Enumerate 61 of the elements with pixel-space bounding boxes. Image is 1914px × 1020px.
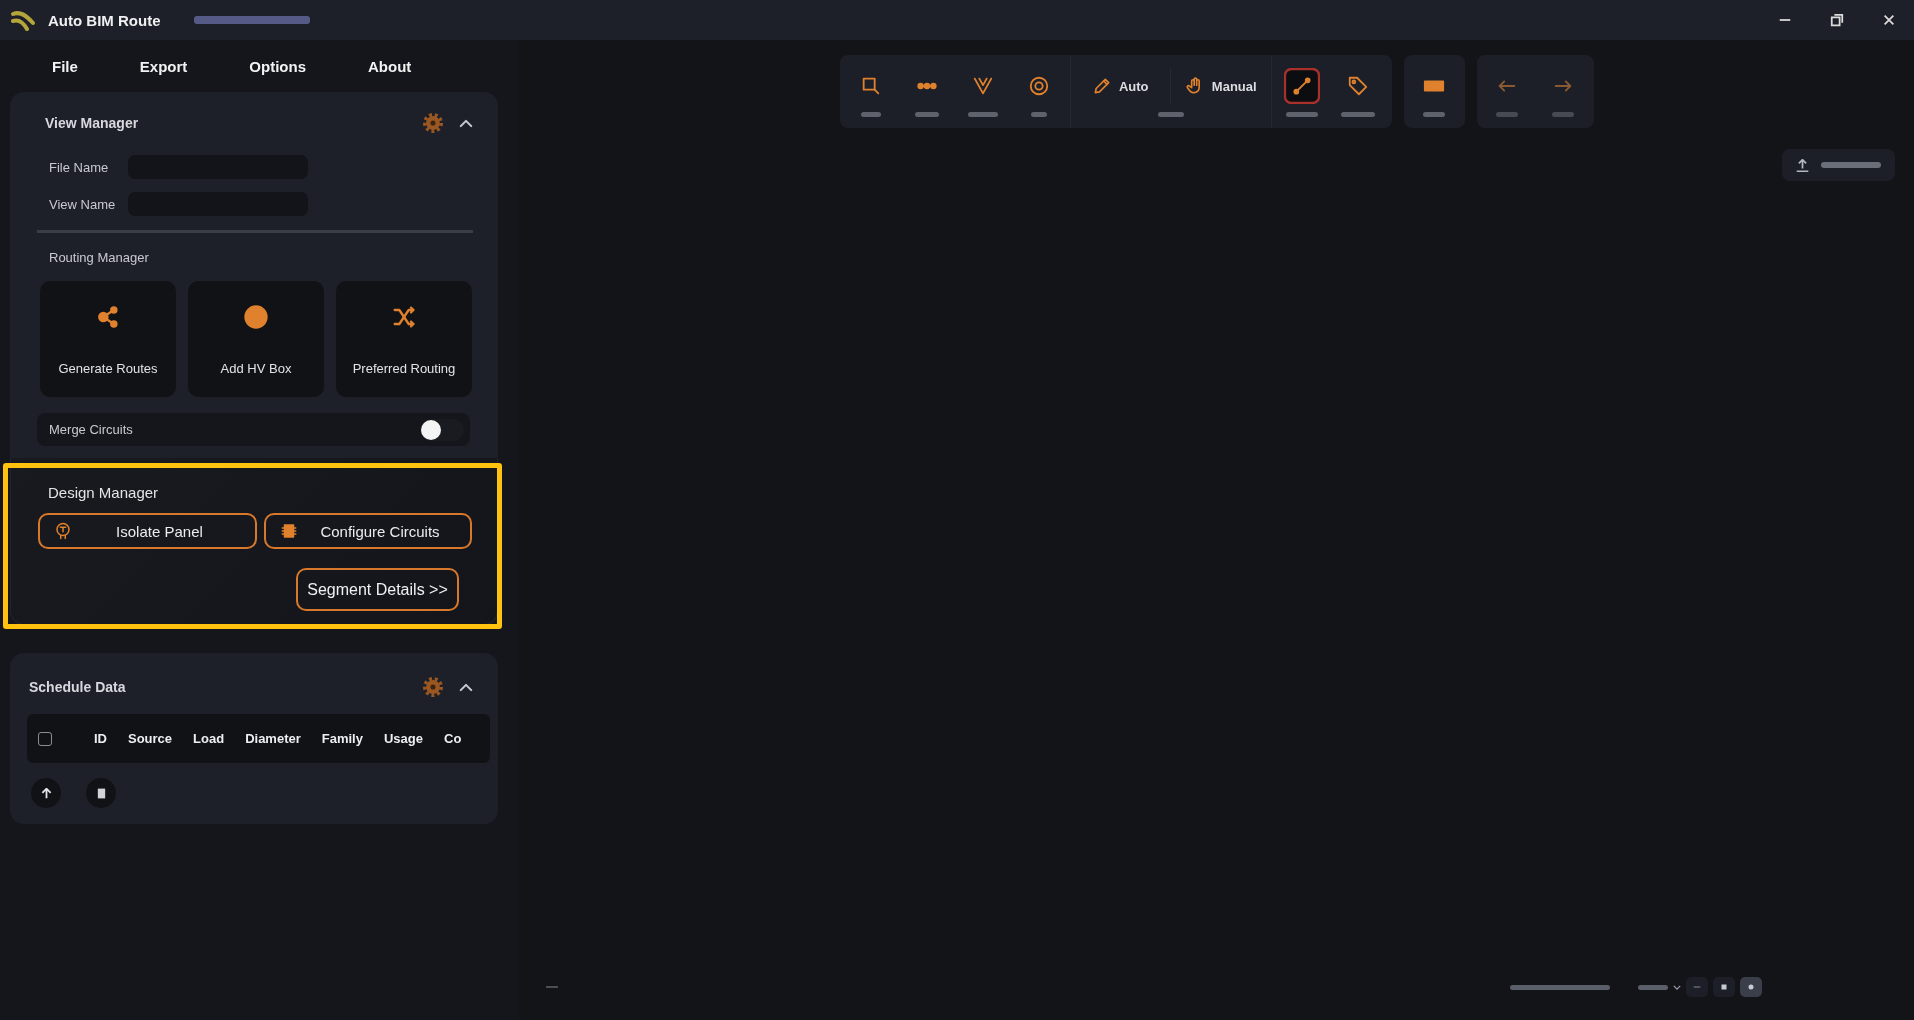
routing-action-button[interactable]: Generate Routes (40, 281, 176, 397)
chevron-up-icon[interactable] (459, 682, 473, 692)
panel-title: View Manager (45, 115, 139, 131)
upload-button[interactable] (31, 778, 61, 808)
gear-icon[interactable] (423, 113, 443, 133)
upload-icon (1796, 158, 1809, 172)
blurred-text-bar (1638, 984, 1668, 990)
blurred-text-bar (1821, 162, 1881, 168)
routing-action-button[interactable]: Add HV Box (188, 281, 324, 397)
panel-title: Schedule Data (29, 679, 126, 695)
close-icon[interactable] (1882, 13, 1896, 27)
blurred-text-bar (1341, 112, 1375, 117)
chip-icon (279, 522, 298, 540)
mode-button[interactable]: Auto (1070, 68, 1170, 104)
gear-icon[interactable] (423, 677, 443, 697)
blurred-text-bar (1496, 112, 1518, 117)
menu-item[interactable]: Export (139, 57, 188, 75)
sheet-button[interactable] (86, 778, 116, 808)
column-header[interactable]: Family (321, 731, 363, 746)
segment-details-button[interactable]: Segment Details >> (296, 568, 459, 611)
action-button[interactable]: Configure Circuits (263, 513, 472, 549)
restore-icon[interactable] (1830, 13, 1844, 27)
app-logo-icon (10, 9, 36, 31)
column-header[interactable]: Diameter (245, 731, 301, 746)
field-label: View Name (49, 196, 117, 212)
column-header[interactable]: Usage (383, 731, 423, 746)
chevron-up-icon[interactable] (459, 118, 473, 128)
column-header[interactable]: ID (94, 731, 107, 746)
menu-item[interactable]: File (52, 57, 78, 75)
blurred-text-bar (915, 112, 939, 117)
toggle-label: Merge Circuits (49, 422, 133, 437)
mode-button[interactable]: Manual (1170, 68, 1271, 104)
up-arrow-icon (40, 787, 52, 799)
field-label: File Name (49, 159, 110, 175)
blurred-text-bar (1423, 112, 1445, 117)
blurred-text-bar (968, 112, 998, 117)
toggle-switch[interactable] (420, 418, 464, 441)
checkbox[interactable] (38, 731, 52, 746)
blurred-text-bar (861, 112, 881, 117)
blurred-text-bar (1286, 112, 1318, 117)
view-button[interactable] (1740, 977, 1762, 997)
dash-icon (546, 986, 558, 988)
column-header[interactable]: Co (444, 731, 462, 746)
import-button[interactable] (1782, 149, 1895, 181)
plug-icon (54, 522, 72, 540)
view-button[interactable] (1713, 977, 1735, 997)
column-header[interactable]: Load (193, 731, 225, 746)
zoom-dropdown[interactable] (1638, 984, 1681, 990)
panel-title: Design Manager (48, 484, 159, 502)
app-title: Auto BIM Route (48, 11, 161, 29)
blurred-text-bar (1031, 112, 1047, 117)
blurred-text-bar (1157, 112, 1184, 117)
sheet-icon (95, 787, 107, 799)
action-button[interactable]: Isolate Panel (38, 513, 257, 549)
caret-icon (1673, 984, 1681, 990)
routing-action-button[interactable]: Preferred Routing (336, 281, 472, 397)
column-header[interactable]: Source (128, 731, 173, 746)
section-title: Routing Manager (49, 249, 149, 267)
menu-item[interactable]: About (368, 57, 412, 75)
menu-item[interactable]: Options (249, 57, 307, 75)
blurred-text-bar (1552, 112, 1574, 117)
